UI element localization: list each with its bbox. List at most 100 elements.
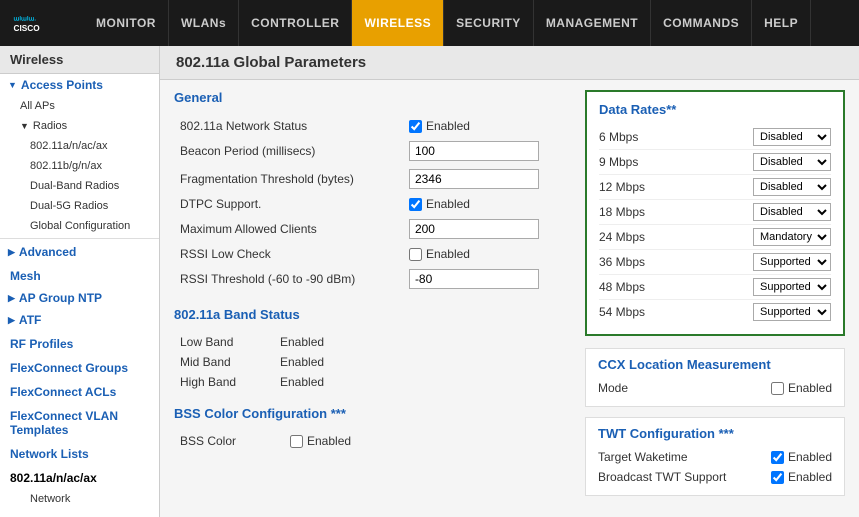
arrow-right-icon: ▶ <box>8 247 15 258</box>
sidebar-item-advanced[interactable]: ▶ Advanced <box>0 241 159 263</box>
data-rates-title: Data Rates** <box>599 102 831 117</box>
frag-threshold-input[interactable] <box>409 169 539 189</box>
rate-row: 12 MbpsDisabledMandatorySupported <box>599 175 831 200</box>
sidebar-item-mesh[interactable]: Mesh <box>0 263 159 287</box>
field-frag-threshold: Fragmentation Threshold (bytes) <box>174 165 573 193</box>
twt-row-val: Enabled <box>771 450 832 464</box>
arrow-right-icon: ▶ <box>8 315 15 326</box>
bss-color-text: Enabled <box>307 434 351 448</box>
sidebar-item-flexconnect-acls[interactable]: FlexConnect ACLs <box>0 379 159 403</box>
sidebar-item-network[interactable]: Network <box>0 489 159 509</box>
sidebar-item-80211b[interactable]: 802.11b/g/n/ax <box>0 156 159 176</box>
sidebar-item-global-config[interactable]: Global Configuration <box>0 216 159 236</box>
band-label: Mid Band <box>174 352 274 372</box>
svg-text:CISCO: CISCO <box>14 24 41 33</box>
twt-row: Broadcast TWT SupportEnabled <box>598 467 832 487</box>
band-label: Low Band <box>174 332 274 352</box>
field-rssi-check: RSSI Low Check Enabled <box>174 243 573 265</box>
sidebar-item-flexconnect-groups[interactable]: FlexConnect Groups <box>0 355 159 379</box>
bss-color-checkbox[interactable] <box>290 435 303 448</box>
nav-commands[interactable]: COMMANDS <box>651 0 752 46</box>
rate-select[interactable]: DisabledMandatorySupported <box>753 228 831 246</box>
rate-row: 48 Mbps DisabledMandatorySupported <box>599 275 831 300</box>
nav-help[interactable]: HELP <box>752 0 811 46</box>
arrow-down-icon: ▼ <box>20 121 29 131</box>
rate-select[interactable]: DisabledMandatorySupported <box>753 278 831 296</box>
rate-label: 18 Mbps <box>599 205 669 219</box>
sidebar-item-dual-band[interactable]: Dual-Band Radios <box>0 176 159 196</box>
field-network-status: 802.11a Network Status Enabled <box>174 115 573 137</box>
rate-select[interactable]: DisabledMandatorySupported <box>753 303 831 321</box>
twt-checkbox[interactable] <box>771 451 784 464</box>
ccx-mode-row: Mode Enabled <box>598 378 832 398</box>
twt-title: TWT Configuration *** <box>598 426 832 441</box>
sidebar: Wireless ▼ Access Points All APs ▼Radios… <box>0 46 160 517</box>
beacon-period-input[interactable] <box>409 141 539 161</box>
sidebar-item-dual-5g[interactable]: Dual-5G Radios <box>0 196 159 216</box>
content-area: General 802.11a Network Status Enabled B… <box>160 80 859 516</box>
navbar: աlաlա. CISCO MONITOR WLANs CONTROLLER WI… <box>0 0 859 46</box>
rate-label: 48 Mbps <box>599 280 669 294</box>
rate-row: 18 Mbps DisabledMandatorySupported <box>599 200 831 225</box>
rate-label: 36 Mbps <box>599 255 669 269</box>
field-beacon-period: Beacon Period (millisecs) <box>174 137 573 165</box>
band-row-mid: Mid Band Enabled <box>174 352 573 372</box>
network-status-checkbox[interactable] <box>409 120 422 133</box>
dtpc-label[interactable]: Enabled <box>409 197 567 211</box>
band-row-low: Low Band Enabled <box>174 332 573 352</box>
dtpc-checkbox[interactable] <box>409 198 422 211</box>
band-label: High Band <box>174 372 274 392</box>
rssi-threshold-input[interactable] <box>409 269 539 289</box>
sidebar-item-ap-group-ntp[interactable]: ▶ AP Group NTP <box>0 287 159 309</box>
main-layout: Wireless ▼ Access Points All APs ▼Radios… <box>0 46 859 517</box>
sidebar-item-radios[interactable]: ▼Radios <box>0 116 159 136</box>
nav-controller[interactable]: CONTROLLER <box>239 0 352 46</box>
bss-color-label[interactable]: Enabled <box>290 434 351 448</box>
checkbox-label[interactable]: Enabled <box>409 119 567 133</box>
checkbox-text: Enabled <box>426 119 470 133</box>
band-status-table: Low Band Enabled Mid Band Enabled High B… <box>174 332 573 392</box>
twt-row: Target Waketime Enabled <box>598 447 832 467</box>
bss-color-row: BSS Color Enabled <box>174 431 573 451</box>
sidebar-item-rf-profiles[interactable]: RF Profiles <box>0 331 159 355</box>
left-panel: General 802.11a Network Status Enabled B… <box>174 90 573 506</box>
rate-row: 9 MbpsDisabledMandatorySupported <box>599 150 831 175</box>
rates-container: 6 MbpsDisabledMandatorySupported9 MbpsDi… <box>599 125 831 324</box>
sidebar-item-flexconnect-vlan[interactable]: FlexConnect VLAN Templates <box>0 403 159 441</box>
rssi-check-text: Enabled <box>426 247 470 261</box>
rate-row: 36 Mbps DisabledMandatorySupported <box>599 250 831 275</box>
rate-select[interactable]: DisabledMandatorySupported <box>753 128 831 146</box>
sidebar-item-all-aps[interactable]: All APs <box>0 96 159 116</box>
field-max-clients: Maximum Allowed Clients <box>174 215 573 243</box>
nav-wireless[interactable]: WIRELESS <box>352 0 444 46</box>
sidebar-item-network-lists[interactable]: Network Lists <box>0 441 159 465</box>
rssi-check-checkbox[interactable] <box>409 248 422 261</box>
field-label: RSSI Low Check <box>174 243 403 265</box>
rate-select[interactable]: DisabledMandatorySupported <box>753 153 831 171</box>
rate-select[interactable]: DisabledMandatorySupported <box>753 178 831 196</box>
rate-select[interactable]: DisabledMandatorySupported <box>753 203 831 221</box>
sidebar-item-atf[interactable]: ▶ ATF <box>0 309 159 331</box>
twt-box: TWT Configuration *** Target Waketime Ena… <box>585 417 845 496</box>
sidebar-title: Wireless <box>0 46 159 74</box>
twt-checkbox[interactable] <box>771 471 784 484</box>
arrow-down-icon: ▼ <box>8 80 17 90</box>
nav-wlans[interactable]: WLANs <box>169 0 239 46</box>
twt-row-label: Target Waketime <box>598 450 688 464</box>
ccx-box: CCX Location Measurement Mode Enabled <box>585 348 845 407</box>
ccx-mode-val: Enabled <box>771 381 832 395</box>
rssi-check-label[interactable]: Enabled <box>409 247 567 261</box>
sidebar-item-access-points[interactable]: ▼ Access Points <box>0 74 159 96</box>
main-nav: MONITOR WLANs CONTROLLER WIRELESS SECURI… <box>84 0 811 46</box>
sidebar-item-80211a-main[interactable]: 802.11a/n/ac/ax <box>0 465 159 489</box>
general-section-title: General <box>174 90 573 107</box>
ccx-mode-checkbox[interactable] <box>771 382 784 395</box>
nav-management[interactable]: MANAGEMENT <box>534 0 651 46</box>
nav-security[interactable]: SECURITY <box>444 0 534 46</box>
nav-monitor[interactable]: MONITOR <box>84 0 169 46</box>
max-clients-input[interactable] <box>409 219 539 239</box>
field-dtpc: DTPC Support. Enabled <box>174 193 573 215</box>
field-label: DTPC Support. <box>174 193 403 215</box>
rate-select[interactable]: DisabledMandatorySupported <box>753 253 831 271</box>
sidebar-item-80211a[interactable]: 802.11a/n/ac/ax <box>0 136 159 156</box>
